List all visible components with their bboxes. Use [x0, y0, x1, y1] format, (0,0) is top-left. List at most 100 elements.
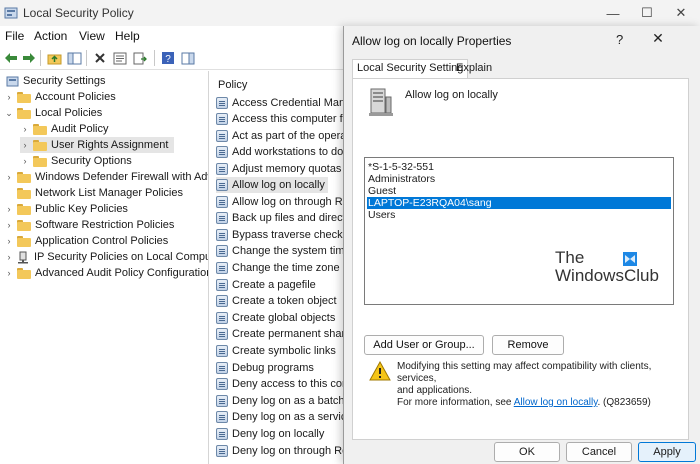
policy-icon: [216, 378, 228, 390]
show-action-pane-button[interactable]: [180, 50, 196, 66]
member-item-selected[interactable]: LAPTOP-E23RQA04\sang: [367, 197, 671, 209]
policy-label: Create a pagefile: [232, 279, 316, 291]
policy-icon: [216, 130, 228, 142]
policy-label: Deny log on as a batch j: [232, 395, 346, 407]
forward-button[interactable]: [21, 50, 37, 66]
toolbar-separator: [154, 50, 155, 66]
members-listbox[interactable]: *S-1-5-32-551 Administrators Guest LAPTO…: [364, 157, 674, 305]
tree-item-advanced-audit-policy[interactable]: › Advanced Audit Policy Configuration: [4, 265, 209, 281]
policy-column-header[interactable]: Policy: [218, 79, 247, 91]
chevron-right-icon[interactable]: ›: [4, 236, 14, 246]
policy-row[interactable]: Adjust memory quotas f: [216, 161, 346, 177]
ok-button[interactable]: OK: [494, 442, 560, 462]
member-item[interactable]: Guest: [367, 185, 671, 197]
tree-item-label: Security Settings: [23, 75, 106, 87]
folder-icon: [33, 123, 47, 135]
chevron-right-icon[interactable]: ›: [4, 252, 14, 262]
console-tree[interactable]: Security Settings › Account Policies ⌄ L…: [0, 71, 209, 464]
up-one-level-button[interactable]: [46, 50, 62, 66]
cancel-button[interactable]: Cancel: [566, 442, 632, 462]
apply-button[interactable]: Apply: [638, 442, 696, 462]
chevron-right-icon[interactable]: ›: [4, 268, 14, 278]
policy-row[interactable]: Create a pagefile: [216, 277, 346, 293]
policy-label: Back up files and directo: [232, 212, 346, 224]
more-info-link[interactable]: Allow log on locally: [514, 397, 598, 408]
folder-icon: [17, 91, 31, 103]
policy-list-pane[interactable]: Policy Access Credential Mana Access thi…: [212, 71, 346, 464]
policy-row[interactable]: Change the time zone: [216, 260, 346, 276]
tree-item-local-policies[interactable]: ⌄ Local Policies: [4, 105, 102, 121]
policy-row-selected[interactable]: Allow log on locally: [216, 177, 328, 193]
tree-item-software-restriction[interactable]: › Software Restriction Policies: [4, 217, 175, 233]
tree-item-audit-policy[interactable]: › Audit Policy: [20, 121, 109, 137]
tab-local-security-setting[interactable]: Local Security Setting: [352, 59, 469, 79]
tree-item-windows-defender-firewall[interactable]: › Windows Defender Firewall with Adva: [4, 169, 209, 185]
tree-item-network-list-manager[interactable]: Network List Manager Policies: [4, 185, 183, 201]
policy-icon: [216, 279, 228, 291]
chevron-right-icon[interactable]: ›: [4, 172, 14, 182]
tree-item-security-options[interactable]: › Security Options: [20, 153, 132, 169]
policy-row[interactable]: Deny access to this com: [216, 376, 346, 392]
policy-row[interactable]: Deny log on as a batch j: [216, 393, 346, 409]
tree-item-ip-security[interactable]: › IP Security Policies on Local Compute: [4, 249, 208, 265]
minimize-button[interactable]: —: [596, 0, 630, 26]
policy-row[interactable]: Allow log on through Re: [216, 194, 346, 210]
member-item[interactable]: Users: [367, 209, 671, 221]
tree-item-public-key-policies[interactable]: › Public Key Policies: [4, 201, 128, 217]
back-button[interactable]: [3, 50, 19, 66]
tree-item-user-rights-assignment[interactable]: › User Rights Assignment: [20, 137, 175, 153]
policy-label: Change the time zone: [232, 262, 340, 274]
policy-icon: [216, 97, 228, 109]
policy-row[interactable]: Bypass traverse checkin: [216, 227, 346, 243]
remove-button[interactable]: Remove: [492, 335, 564, 355]
help-button[interactable]: ?: [160, 50, 176, 66]
menu-view[interactable]: View: [79, 29, 105, 43]
policy-row[interactable]: Deny log on locally: [216, 426, 346, 442]
chevron-right-icon[interactable]: ›: [20, 124, 30, 134]
policy-row[interactable]: Create a token object: [216, 293, 346, 309]
dialog-close-button[interactable]: ✕: [648, 30, 668, 47]
maximize-button[interactable]: ☐: [630, 0, 664, 26]
tree-item-account-policies[interactable]: › Account Policies: [4, 89, 116, 105]
delete-button[interactable]: [92, 50, 108, 66]
policy-label: Create permanent share: [232, 328, 346, 340]
member-item[interactable]: Administrators: [367, 173, 671, 185]
member-item[interactable]: *S-1-5-32-551: [367, 161, 671, 173]
policy-row[interactable]: Access Credential Mana: [216, 95, 346, 111]
show-hide-console-tree-button[interactable]: [66, 50, 82, 66]
tree-item-application-control[interactable]: › Application Control Policies: [4, 233, 169, 249]
menu-help[interactable]: Help: [115, 29, 140, 43]
chevron-right-icon[interactable]: ›: [4, 204, 14, 214]
policy-row[interactable]: Back up files and directo: [216, 210, 346, 226]
menu-action[interactable]: Action: [34, 29, 67, 43]
folder-icon: [17, 187, 31, 199]
properties-button[interactable]: [112, 50, 128, 66]
add-user-or-group-button[interactable]: Add User or Group...: [364, 335, 484, 355]
policy-row[interactable]: Access this computer fro: [216, 111, 346, 127]
dialog-help-button[interactable]: ?: [616, 32, 623, 47]
policy-row[interactable]: Create permanent share: [216, 326, 346, 342]
chevron-right-icon[interactable]: ›: [20, 140, 30, 150]
ip-security-icon: [18, 251, 28, 263]
policy-icon: [216, 212, 228, 224]
policy-row[interactable]: Act as part of the operat: [216, 128, 346, 144]
tree-item-label: Network List Manager Policies: [35, 187, 183, 199]
properties-dialog: Allow log on locally Properties ? ✕ Loca…: [343, 26, 700, 464]
chevron-right-icon[interactable]: ›: [20, 156, 30, 166]
policy-row[interactable]: Debug programs: [216, 360, 346, 376]
tree-item-security-settings[interactable]: Security Settings: [2, 73, 106, 89]
policy-row[interactable]: Deny log on as a service: [216, 409, 346, 425]
policy-row[interactable]: Add workstations to dor: [216, 144, 346, 160]
chevron-right-icon[interactable]: ›: [4, 220, 14, 230]
policy-row[interactable]: Deny log on through Re: [216, 443, 346, 459]
policy-row[interactable]: Create global objects: [216, 310, 346, 326]
policy-row[interactable]: Create symbolic links: [216, 343, 346, 359]
menu-file[interactable]: File: [5, 29, 24, 43]
policy-label: Access this computer fro: [232, 113, 346, 125]
close-button[interactable]: ✕: [664, 0, 698, 26]
chevron-right-icon[interactable]: ›: [4, 92, 14, 102]
export-list-button[interactable]: [132, 50, 148, 66]
chevron-down-icon[interactable]: ⌄: [4, 108, 14, 119]
tab-explain[interactable]: Explain: [452, 60, 496, 78]
policy-row[interactable]: Change the system time: [216, 243, 346, 259]
